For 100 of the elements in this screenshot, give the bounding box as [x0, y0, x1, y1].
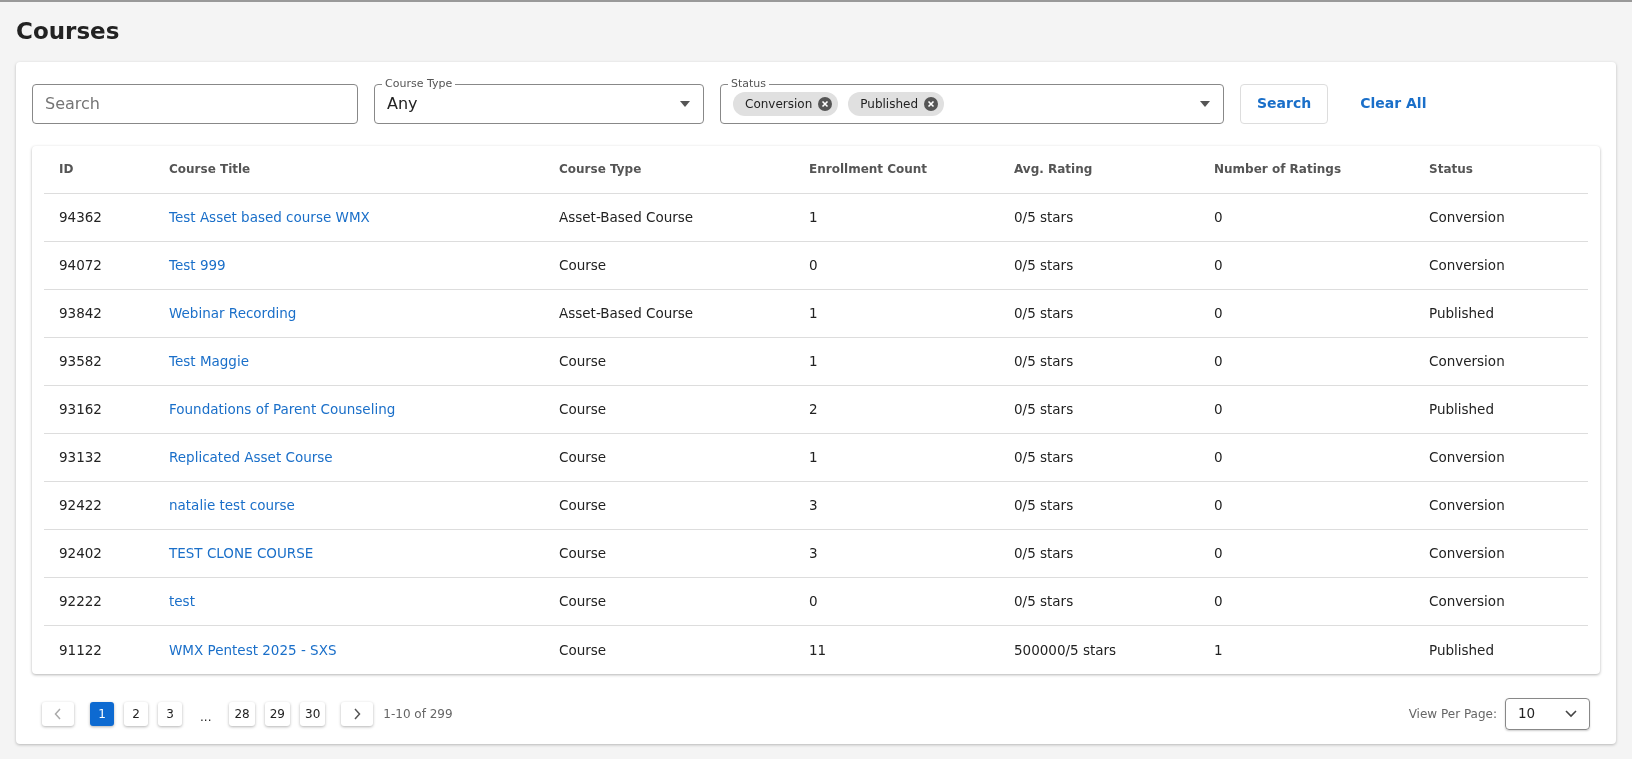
table-cell: 93582	[44, 337, 154, 386]
table-cell: 94362	[44, 193, 154, 242]
table-cell: Course	[544, 241, 794, 290]
remove-icon[interactable]	[818, 96, 833, 111]
table-cell: 0	[1199, 241, 1414, 290]
page-button[interactable]: 2	[124, 701, 148, 726]
table-cell: Asset-Based Course	[544, 193, 794, 242]
next-page-button[interactable]	[341, 701, 374, 726]
page-button[interactable]: 28	[229, 701, 255, 726]
page-button[interactable]: 29	[264, 701, 290, 726]
table-cell: Course	[544, 433, 794, 482]
column-header: Course Type	[544, 145, 794, 194]
table-cell: 94072	[44, 241, 154, 290]
remove-icon[interactable]	[924, 96, 939, 111]
table-cell: 3	[794, 529, 999, 578]
column-header: Status	[1414, 145, 1588, 194]
table-cell: Asset-Based Course	[544, 289, 794, 338]
table-cell: 92222	[44, 577, 154, 626]
dropdown-caret-icon	[1199, 99, 1211, 108]
course-title-link[interactable]: WMX Pentest 2025 - SXS	[169, 641, 337, 658]
course-title-link[interactable]: Webinar Recording	[169, 305, 297, 322]
table-cell: Conversion	[1414, 577, 1588, 626]
table-cell: Course	[544, 577, 794, 626]
table-cell: 0	[1199, 481, 1414, 530]
column-header: ID	[44, 145, 154, 194]
table-cell: 1	[1199, 625, 1414, 674]
page-button[interactable]: 30	[300, 701, 326, 726]
table-cell: Course	[544, 385, 794, 434]
page-button[interactable]: 3	[158, 701, 182, 726]
table-cell: 0/5 stars	[999, 337, 1199, 386]
course-title-link[interactable]: Replicated Asset Course	[169, 449, 333, 466]
table-cell: 0	[1199, 337, 1414, 386]
chevron-left-icon	[54, 707, 62, 720]
table-cell: 92402	[44, 529, 154, 578]
table-cell: Conversion	[1414, 193, 1588, 242]
course-title-link[interactable]: TEST CLONE COURSE	[169, 545, 314, 562]
table-cell: 92422	[44, 481, 154, 530]
table-cell: Published	[1414, 289, 1588, 338]
table-cell: 500000/5 stars	[999, 625, 1199, 674]
page-range: 1-10 of 299	[383, 705, 453, 723]
table-cell: 0/5 stars	[999, 385, 1199, 434]
table-cell: 2	[794, 385, 999, 434]
table-cell: 93842	[44, 289, 154, 338]
pagination-ellipsis: ...	[199, 708, 213, 726]
course-title-link[interactable]: Test 999	[169, 257, 226, 274]
table-cell: 0	[1199, 433, 1414, 482]
table-cell: Published	[1414, 385, 1588, 434]
table-cell: Conversion	[1414, 481, 1588, 530]
column-header: Enrollment Count	[794, 145, 999, 194]
table-cell: 0/5 stars	[999, 289, 1199, 338]
table-cell: 0/5 stars	[999, 481, 1199, 530]
table-cell: 11	[794, 625, 999, 674]
chevron-down-icon	[1565, 709, 1577, 718]
table-cell: Course	[544, 337, 794, 386]
table-cell: 0/5 stars	[999, 193, 1199, 242]
table-cell: Conversion	[1414, 433, 1588, 482]
table-cell: 1	[794, 289, 999, 338]
table-cell: 0/5 stars	[999, 433, 1199, 482]
column-header: Number of Ratings	[1199, 145, 1414, 194]
table-cell: 91122	[44, 625, 154, 674]
table-cell: Conversion	[1414, 337, 1588, 386]
search-button[interactable]: Search	[1240, 83, 1329, 124]
table-cell: 93162	[44, 385, 154, 434]
per-page-label: View Per Page:	[1408, 705, 1497, 723]
status-chip[interactable]: Conversion	[733, 91, 839, 116]
clear-all-button[interactable]: Clear All	[1344, 93, 1443, 115]
table-cell: Conversion	[1414, 241, 1588, 290]
table-cell: 0	[1199, 577, 1414, 626]
column-header: Avg. Rating	[999, 145, 1199, 194]
search-field[interactable]: Search	[32, 83, 358, 124]
table-cell: 0	[794, 577, 999, 626]
status-chip[interactable]: Published	[848, 91, 945, 116]
table-cell: 1	[794, 193, 999, 242]
table-cell: 1	[794, 337, 999, 386]
table-cell: 3	[794, 481, 999, 530]
chevron-right-icon	[353, 707, 362, 720]
table-cell: 0	[1199, 385, 1414, 434]
table-cell: 0	[1199, 529, 1414, 578]
course-title-link[interactable]: natalie test course	[169, 497, 295, 514]
table-cell: 1	[794, 433, 999, 482]
table-cell: Course	[544, 529, 794, 578]
course-title-link[interactable]: Test Asset based course WMX	[169, 209, 370, 226]
table-cell: 0	[794, 241, 999, 290]
page-button[interactable]: 1	[90, 701, 114, 726]
per-page-dropdown[interactable]: 10	[1505, 697, 1590, 730]
table-cell: 0	[1199, 193, 1414, 242]
table-cell: Course	[544, 481, 794, 530]
table-cell: 0/5 stars	[999, 241, 1199, 290]
course-title-link[interactable]: test	[169, 593, 195, 610]
table-cell: 0	[1199, 289, 1414, 338]
field-label: Course Type	[382, 76, 456, 91]
table-cell: Conversion	[1414, 529, 1588, 578]
course-title-link[interactable]: Test Maggie	[169, 353, 249, 370]
column-header: Course Title	[154, 145, 544, 194]
table-cell: 0/5 stars	[999, 577, 1199, 626]
table-cell: Course	[544, 625, 794, 674]
table-cell: 93132	[44, 433, 154, 482]
course-title-link[interactable]: Foundations of Parent Counseling	[169, 401, 396, 418]
page-title: Courses	[16, 18, 121, 46]
table-cell: Published	[1414, 625, 1588, 674]
